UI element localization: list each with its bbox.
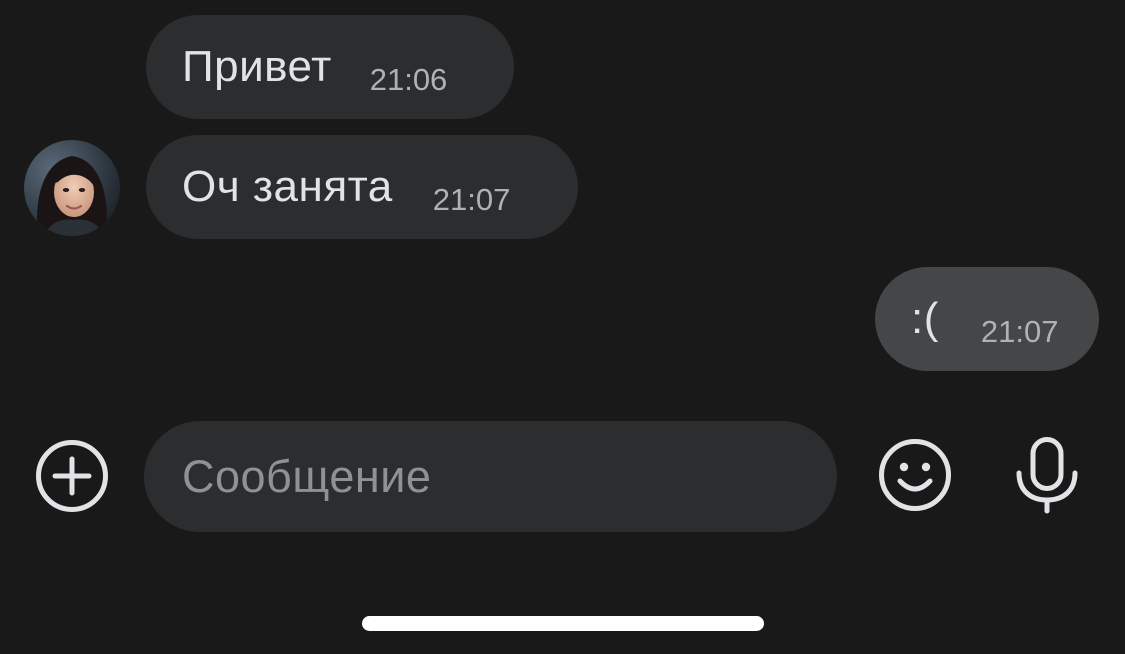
home-indicator[interactable]	[362, 616, 764, 631]
avatar[interactable]	[24, 140, 120, 236]
attach-button[interactable]	[34, 438, 110, 514]
message-bubble-outgoing[interactable]: :( 21:07	[875, 267, 1099, 371]
voice-message-button[interactable]	[1013, 437, 1081, 515]
message-bubble-incoming[interactable]: Привет 21:06	[146, 15, 514, 119]
message-time: 21:07	[432, 182, 511, 217]
message-bubble-incoming[interactable]: Оч занята 21:07	[146, 135, 578, 239]
message-text: :(	[911, 294, 939, 343]
emoji-smile-icon	[879, 439, 951, 511]
message-time: 21:06	[369, 62, 448, 97]
message-input[interactable]: Сообщение	[144, 421, 837, 532]
message-time: 21:07	[980, 314, 1059, 349]
avatar-photo	[24, 140, 120, 236]
message-input-placeholder: Сообщение	[182, 450, 432, 502]
message-text: Привет	[182, 42, 332, 91]
plus-circle-icon	[36, 440, 108, 512]
message-text: Оч занята	[182, 162, 393, 211]
microphone-icon	[1016, 437, 1078, 514]
emoji-button[interactable]	[877, 437, 953, 513]
